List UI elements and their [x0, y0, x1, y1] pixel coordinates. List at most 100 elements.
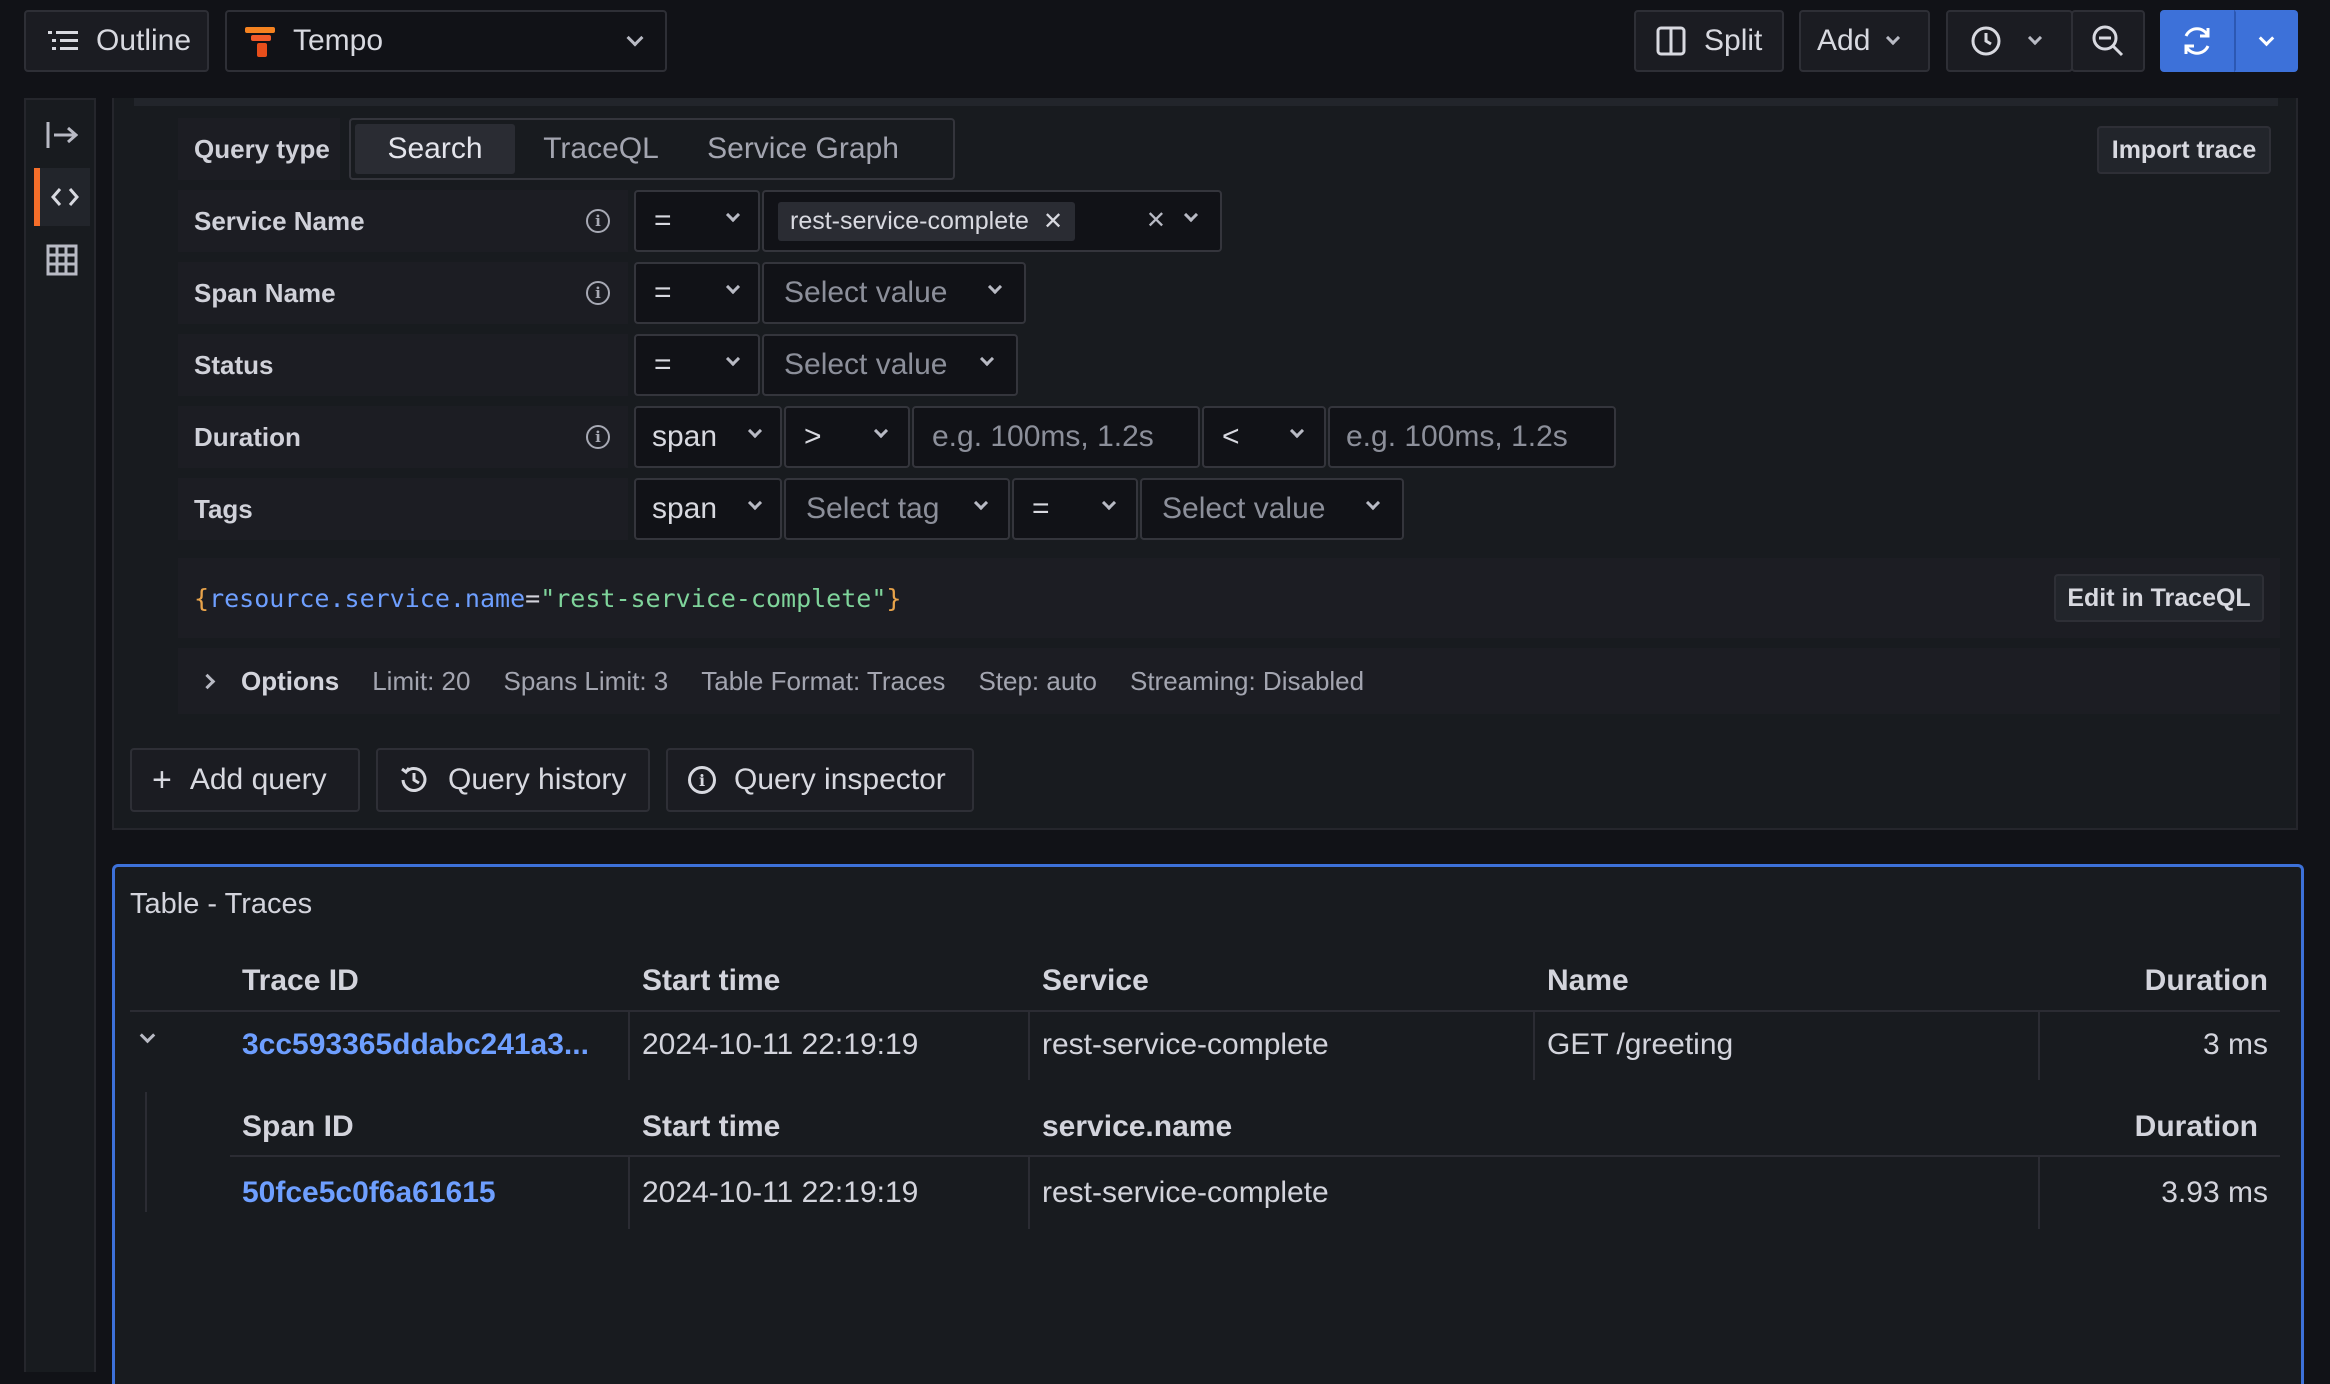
- col-trace-id[interactable]: Trace ID: [242, 964, 359, 998]
- options-limit: Limit: 20: [372, 665, 471, 696]
- col-duration[interactable]: Duration: [2145, 964, 2268, 998]
- query-history-button[interactable]: Query history: [376, 748, 650, 812]
- span-duration: 3.93 ms: [2161, 1176, 2268, 1209]
- options-streaming: Streaming: Disabled: [1129, 665, 1365, 696]
- collapse-icon[interactable]: [46, 120, 79, 150]
- chevron-down-icon: [626, 29, 644, 47]
- status-label: Status: [178, 334, 628, 396]
- tags-value-select[interactable]: Select value: [1140, 478, 1404, 540]
- query-type-tabs: Search TraceQL Service Graph: [349, 118, 955, 180]
- options-label: Options: [241, 665, 340, 696]
- options-spans-limit: Spans Limit: 3: [503, 665, 669, 696]
- refresh-interval-dropdown[interactable]: [2234, 10, 2298, 72]
- col-service[interactable]: Service: [1042, 964, 1149, 998]
- span-name-operator-select[interactable]: =: [634, 262, 760, 324]
- tab-search[interactable]: Search: [355, 124, 515, 174]
- col-span-duration[interactable]: Duration: [2135, 1110, 2258, 1144]
- duration-scope-select[interactable]: span: [634, 406, 782, 468]
- history-icon: [401, 767, 427, 792]
- col-span-start-time[interactable]: Start time: [642, 1110, 780, 1144]
- tags-label: Tags: [178, 478, 628, 540]
- col-span-service-name[interactable]: service.name: [1042, 1110, 1232, 1144]
- status-operator-select[interactable]: =: [634, 334, 760, 396]
- chevron-down-icon: [1289, 423, 1305, 439]
- tags-scope-select[interactable]: span: [634, 478, 782, 540]
- expand-row-icon[interactable]: [139, 1027, 156, 1044]
- code-view-icon[interactable]: [34, 168, 90, 226]
- datasource-name: Tempo: [293, 24, 384, 57]
- refresh-button[interactable]: [2160, 10, 2234, 72]
- duration-max-input[interactable]: e.g. 100ms, 1.2s: [1328, 406, 1616, 468]
- query-type-label: Query type: [178, 118, 340, 180]
- service-name-operator-select[interactable]: =: [634, 190, 760, 252]
- span-header-divider: [230, 1155, 2280, 1157]
- tab-service-graph[interactable]: Service Graph: [687, 124, 919, 174]
- split-button[interactable]: Split: [1634, 10, 1784, 72]
- remove-chip-icon[interactable]: ✕: [1043, 207, 1063, 236]
- cell-divider: [2038, 1012, 2040, 1080]
- table-title: Table - Traces: [130, 888, 313, 920]
- chevron-down-icon: [979, 351, 995, 367]
- options-row[interactable]: Options Limit: 20 Spans Limit: 3 Table F…: [178, 648, 2280, 714]
- query-inspector-button[interactable]: i Query inspector: [666, 748, 974, 812]
- duration-max-operator-select[interactable]: <: [1202, 406, 1326, 468]
- chevron-down-icon: [725, 279, 741, 295]
- chevron-down-icon: [2258, 30, 2274, 46]
- status-value-select[interactable]: Select value: [762, 334, 1018, 396]
- options-step: Step: auto: [978, 665, 1097, 696]
- chevron-down-icon: [1101, 495, 1117, 511]
- col-name[interactable]: Name: [1547, 964, 1629, 998]
- chevron-down-icon: [725, 351, 741, 367]
- split-label: Split: [1704, 24, 1763, 57]
- info-icon[interactable]: i: [586, 209, 610, 233]
- trace-id-link[interactable]: 3cc593365ddabc241a3...: [242, 1028, 589, 1062]
- chevron-down-icon: [1183, 207, 1199, 223]
- duration-label: Duration i: [178, 406, 628, 468]
- col-start-time[interactable]: Start time: [642, 964, 780, 998]
- cell-divider: [628, 1012, 630, 1080]
- duration-min-input[interactable]: e.g. 100ms, 1.2s: [912, 406, 1200, 468]
- options-table-format: Table Format: Traces: [701, 665, 946, 696]
- add-button[interactable]: Add: [1799, 10, 1930, 72]
- span-service-name: rest-service-complete: [1042, 1176, 1329, 1209]
- add-label: Add: [1817, 24, 1871, 57]
- traceql-close-brace: }: [886, 583, 902, 613]
- chevron-down-icon: [747, 495, 763, 511]
- add-query-button[interactable]: + Add query: [130, 748, 360, 812]
- chevron-down-icon: [973, 495, 989, 511]
- col-span-id[interactable]: Span ID: [242, 1110, 354, 1144]
- outline-list-icon: [48, 31, 78, 50]
- panel-top-strip: [134, 98, 2278, 106]
- clear-icon[interactable]: ✕: [1146, 206, 1166, 235]
- tags-tag-select[interactable]: Select tag: [784, 478, 1010, 540]
- import-trace-button[interactable]: Import trace: [2097, 126, 2271, 174]
- span-name-label: Span Name i: [178, 262, 628, 324]
- trace-start-time: 2024-10-11 22:19:19: [642, 1028, 919, 1061]
- duration-min-operator-select[interactable]: >: [784, 406, 910, 468]
- info-icon[interactable]: i: [586, 425, 610, 449]
- tempo-logo-icon: [245, 27, 275, 57]
- cell-divider: [2038, 1157, 2040, 1229]
- service-name-value-select[interactable]: rest-service-complete ✕ ✕: [762, 190, 1222, 252]
- nested-indent-line: [145, 1092, 147, 1212]
- table-grid-icon[interactable]: [46, 244, 78, 276]
- info-icon: i: [688, 766, 716, 794]
- tab-traceql[interactable]: TraceQL: [515, 124, 687, 174]
- chevron-down-icon: [2027, 30, 2043, 46]
- outline-button[interactable]: Outline: [24, 10, 209, 72]
- datasource-picker[interactable]: Tempo: [225, 10, 667, 72]
- traceql-open-brace: {: [194, 583, 210, 613]
- edit-in-traceql-button[interactable]: Edit in TraceQL: [2054, 574, 2264, 622]
- tags-operator-select[interactable]: =: [1012, 478, 1138, 540]
- cell-divider: [1028, 1157, 1030, 1229]
- cell-divider: [1533, 1012, 1535, 1080]
- traceql-preview: { resource.service.name = "rest-service-…: [178, 558, 2280, 638]
- plus-icon: +: [152, 760, 172, 799]
- span-id-link[interactable]: 50fce5c0f6a61615: [242, 1176, 496, 1210]
- zoom-out-button[interactable]: [2071, 10, 2145, 72]
- span-name-value-select[interactable]: Select value: [762, 262, 1026, 324]
- info-icon[interactable]: i: [586, 281, 610, 305]
- time-picker-button[interactable]: [1946, 10, 2073, 72]
- chevron-right-icon: [199, 673, 216, 689]
- chevron-down-icon: [1886, 30, 1901, 46]
